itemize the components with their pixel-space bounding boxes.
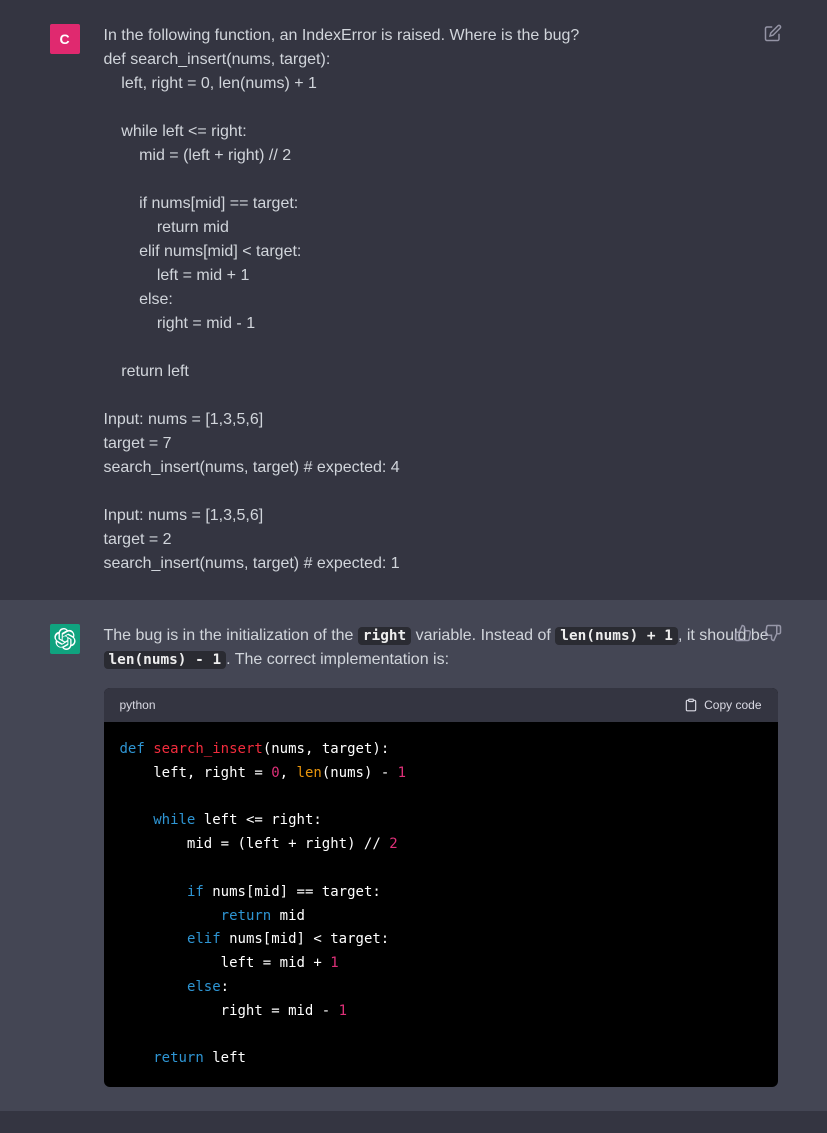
code-block: python Copy code def search_insert(nums,… <box>104 688 778 1087</box>
inline-code-right: right <box>358 627 411 645</box>
user-message-text: In the following function, an IndexError… <box>104 24 778 576</box>
inline-code-wrong: len(nums) + 1 <box>555 627 678 645</box>
assistant-message: The bug is in the initialization of the … <box>0 600 827 1111</box>
copy-code-button[interactable]: Copy code <box>684 696 761 714</box>
clipboard-icon <box>684 698 698 712</box>
thumbs-down-icon[interactable] <box>764 624 784 644</box>
assistant-answer-text: The bug is in the initialization of the … <box>104 624 778 672</box>
inline-code-fix: len(nums) - 1 <box>104 651 227 669</box>
user-message: C In the following function, an IndexErr… <box>0 0 827 600</box>
code-content: def search_insert(nums, target): left, r… <box>104 722 778 1087</box>
edit-icon[interactable] <box>764 24 784 44</box>
user-avatar: C <box>50 24 80 54</box>
thumbs-up-icon[interactable] <box>734 624 754 644</box>
code-language-label: python <box>120 696 156 714</box>
assistant-avatar <box>50 624 80 654</box>
